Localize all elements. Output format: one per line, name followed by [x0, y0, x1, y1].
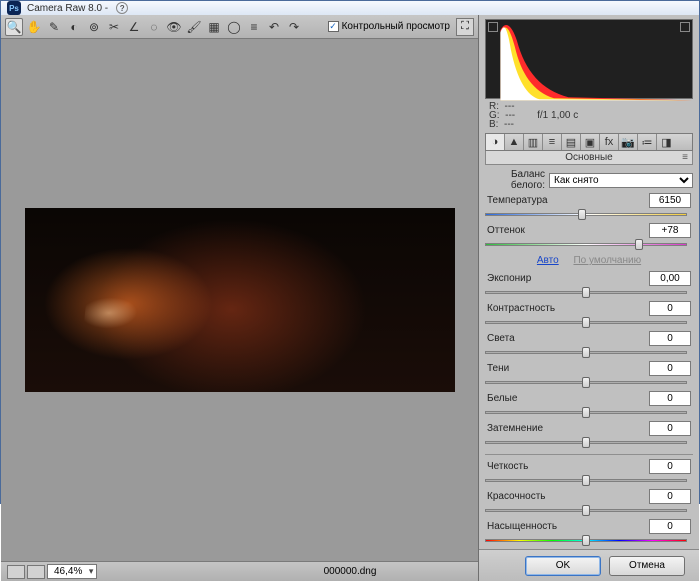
zoom-select[interactable]: 46,4% [47, 564, 97, 579]
auto-link[interactable]: Авто [537, 255, 559, 266]
app-window: Ps Camera Raw 8.0 - ? 🔍 ✋ ✎ ◐ ⊚ ✂ ∠ ◌ 👁 … [0, 0, 700, 504]
tint-value[interactable] [649, 223, 691, 238]
redeye-tool-icon[interactable]: 👁 [165, 18, 183, 36]
temperature-value[interactable] [649, 193, 691, 208]
crop-tool-icon[interactable]: ✂ [105, 18, 123, 36]
help-icon[interactable]: ? [116, 2, 128, 14]
graduated-filter-icon[interactable]: ▦ [205, 18, 223, 36]
image-preview[interactable] [25, 208, 455, 392]
blacks-value[interactable] [649, 421, 691, 436]
highlights-value[interactable] [649, 331, 691, 346]
shadows-thumb[interactable] [582, 377, 590, 388]
tab-curve[interactable]: ▲ [505, 134, 524, 150]
ok-button[interactable]: OK [525, 556, 601, 576]
whites-thumb[interactable] [582, 407, 590, 418]
slider-temperature: Температура [485, 193, 693, 222]
blacks-thumb[interactable] [582, 437, 590, 448]
title-bar: Ps Camera Raw 8.0 - ? [1, 1, 699, 15]
white-balance-tool-icon[interactable]: ✎ [45, 18, 63, 36]
panel-title: Основные [485, 151, 693, 165]
straighten-tool-icon[interactable]: ∠ [125, 18, 143, 36]
app-icon: Ps [7, 1, 21, 15]
tab-fx[interactable]: fx [600, 134, 619, 150]
histogram[interactable] [485, 19, 693, 99]
exposure-readout: f/1 1,00 c [537, 110, 578, 121]
tab-hsl[interactable]: ≡ [543, 134, 562, 150]
clarity-value[interactable] [649, 459, 691, 474]
zoom-tool-icon[interactable]: 🔍 [5, 18, 23, 36]
tab-split[interactable]: ▤ [562, 134, 581, 150]
panel-tabs: ◑ ▲ ▥ ≡ ▤ ▣ fx 📷 ≔ ◨ [485, 133, 693, 151]
exposure-value[interactable] [649, 271, 691, 286]
settings-pane: R: --- G: --- B: --- f/1 1,00 c ◑ ▲ ▥ ≡ … [479, 15, 699, 581]
info-readout: R: --- G: --- B: --- f/1 1,00 c [479, 99, 699, 133]
color-sampler-icon[interactable]: ◐ [65, 18, 83, 36]
dialog-footer: OK Отмена [479, 549, 699, 581]
cancel-button[interactable]: Отмена [609, 556, 685, 576]
preview-checkbox[interactable]: ✓ [328, 21, 339, 32]
temperature-thumb[interactable] [578, 209, 586, 220]
tab-camera[interactable]: 📷 [619, 134, 638, 150]
wb-select[interactable]: Как снято [549, 173, 693, 188]
status-bar: 46,4% 000000.dng [1, 561, 478, 581]
vibrance-value[interactable] [649, 489, 691, 504]
slider-tint: Оттенок [485, 223, 693, 252]
filmstrip-icon-2[interactable] [27, 565, 45, 579]
exposure-thumb[interactable] [582, 287, 590, 298]
window-title: Camera Raw 8.0 - [27, 3, 108, 14]
contrast-value[interactable] [649, 301, 691, 316]
rotate-ccw-icon[interactable]: ↶ [265, 18, 283, 36]
tab-presets[interactable]: ≔ [638, 134, 657, 150]
radial-filter-icon[interactable]: ◯ [225, 18, 243, 36]
targeted-adjust-icon[interactable]: ⊚ [85, 18, 103, 36]
preview-pane: 🔍 ✋ ✎ ◐ ⊚ ✂ ∠ ◌ 👁 🖌 ▦ ◯ ≡ ↶ ↷ [1, 15, 479, 581]
preview-label: Контрольный просмотр [342, 21, 450, 32]
saturation-value[interactable] [649, 519, 691, 534]
preferences-icon[interactable]: ≡ [245, 18, 263, 36]
rotate-cw-icon[interactable]: ↷ [285, 18, 303, 36]
adjustment-brush-icon[interactable]: 🖌 [185, 18, 203, 36]
clarity-thumb[interactable] [582, 475, 590, 486]
hand-tool-icon[interactable]: ✋ [25, 18, 43, 36]
whites-value[interactable] [649, 391, 691, 406]
shadows-value[interactable] [649, 361, 691, 376]
spot-removal-icon[interactable]: ◌ [145, 18, 163, 36]
wb-label: Баланс белого: [485, 169, 549, 191]
highlights-thumb[interactable] [582, 347, 590, 358]
tab-snapshots[interactable]: ◨ [657, 134, 676, 150]
rgb-readout: R: --- G: --- B: --- [489, 102, 515, 129]
filmstrip-icon[interactable] [7, 565, 25, 579]
tint-thumb[interactable] [635, 239, 643, 250]
saturation-thumb[interactable] [582, 535, 590, 546]
vibrance-thumb[interactable] [582, 505, 590, 516]
tab-lens[interactable]: ▣ [581, 134, 600, 150]
tab-detail[interactable]: ▥ [524, 134, 543, 150]
fullscreen-icon[interactable]: ⛶ [456, 18, 474, 36]
toolbar: 🔍 ✋ ✎ ◐ ⊚ ✂ ∠ ◌ 👁 🖌 ▦ ◯ ≡ ↶ ↷ [1, 15, 478, 39]
default-link[interactable]: По умолчанию [573, 255, 641, 266]
tab-basic[interactable]: ◑ [486, 134, 505, 150]
contrast-thumb[interactable] [582, 317, 590, 328]
